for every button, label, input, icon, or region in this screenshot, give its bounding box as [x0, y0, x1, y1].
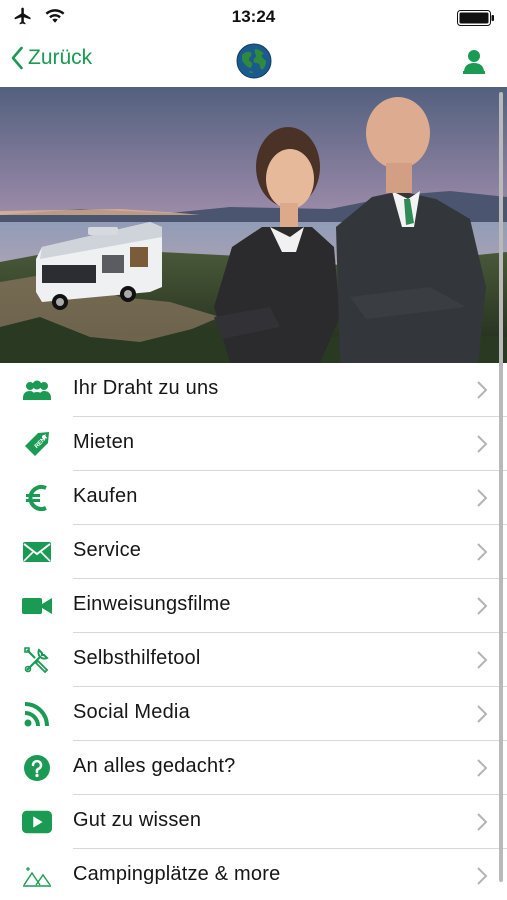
- menu-label: Mieten: [73, 431, 135, 453]
- menu-label: Kaufen: [73, 485, 138, 507]
- user-icon[interactable]: [461, 48, 487, 74]
- menu-item-mieten[interactable]: RENT Mieten: [0, 417, 507, 471]
- tools-icon: [22, 646, 52, 674]
- chevron-right-icon: [477, 381, 488, 399]
- rent-tag-icon: RENT: [22, 430, 52, 458]
- euro-icon: [22, 484, 52, 512]
- group-icon: [22, 376, 52, 404]
- menu-label: Service: [73, 539, 142, 561]
- menu-item-einweisungsfilme[interactable]: Einweisungsfilme: [0, 579, 507, 633]
- menu-item-an-alles-gedacht[interactable]: An alles gedacht?: [0, 741, 507, 795]
- chevron-right-icon: [477, 759, 488, 777]
- battery-icon: [457, 10, 494, 26]
- rss-icon: [22, 700, 52, 728]
- back-button[interactable]: Zurück: [10, 46, 92, 70]
- chevron-right-icon: [477, 813, 488, 831]
- hero-illustration: [0, 87, 507, 363]
- menu-label: Campingplätze & more: [73, 863, 281, 885]
- video-camera-icon: [22, 592, 52, 620]
- chevron-left-icon: [11, 46, 23, 70]
- menu-label: Gut zu wissen: [73, 809, 202, 831]
- back-label: Zurück: [28, 46, 93, 69]
- menu-label: Selbsthilfetool: [73, 647, 201, 669]
- menu-item-social-media[interactable]: Social Media: [0, 687, 507, 741]
- chevron-right-icon: [477, 543, 488, 561]
- menu-label: Ihr Draht zu uns: [73, 377, 219, 399]
- menu-item-gut-zu-wissen[interactable]: Gut zu wissen: [0, 795, 507, 849]
- menu-label: Einweisungsfilme: [73, 593, 231, 615]
- play-icon: [22, 808, 52, 836]
- chevron-right-icon: [477, 489, 488, 507]
- chevron-right-icon: [477, 435, 488, 453]
- globe-icon[interactable]: [236, 43, 272, 79]
- chevron-right-icon: [477, 651, 488, 669]
- status-bar: 13:24: [0, 0, 507, 34]
- menu-item-selbsthilfetool[interactable]: Selbsthilfetool: [0, 633, 507, 687]
- menu-item-kaufen[interactable]: Kaufen: [0, 471, 507, 525]
- campsite-icon: [22, 862, 52, 890]
- question-icon: [22, 754, 52, 782]
- menu-item-service[interactable]: Service: [0, 525, 507, 579]
- menu-item-campingplaetze-more[interactable]: Campingplätze & more: [0, 849, 507, 900]
- menu-label: Social Media: [73, 701, 190, 723]
- main-menu: Ihr Draht zu uns RENT Mieten Kaufen Serv…: [0, 363, 507, 900]
- menu-label: An alles gedacht?: [73, 755, 236, 777]
- envelope-icon: [22, 538, 52, 566]
- scrollbar[interactable]: [499, 92, 503, 882]
- chevron-right-icon: [477, 867, 488, 885]
- hero-image: [0, 87, 507, 363]
- menu-item-ihr-draht-zu-uns[interactable]: Ihr Draht zu uns: [0, 363, 507, 417]
- navigation-bar: Zurück: [0, 34, 507, 87]
- status-time: 13:24: [231, 7, 276, 26]
- chevron-right-icon: [477, 705, 488, 723]
- chevron-right-icon: [477, 597, 488, 615]
